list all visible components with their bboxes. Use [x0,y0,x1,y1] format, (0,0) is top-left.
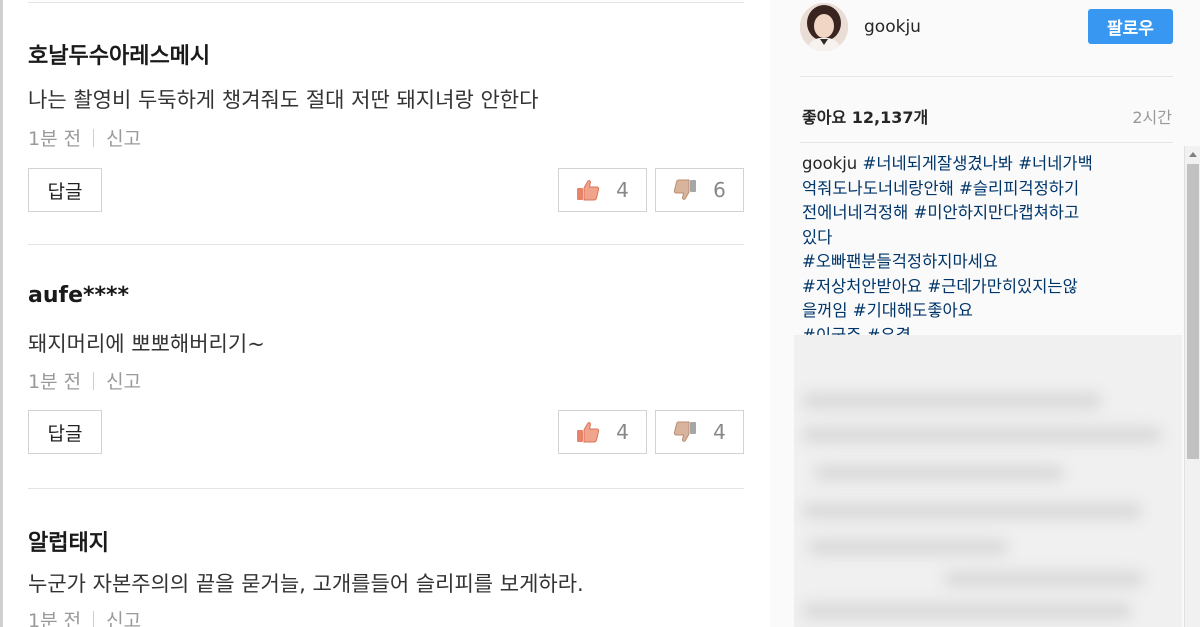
blurred-text [802,503,1142,519]
instagram-post-panel: gookju 팔로우 좋아요 12,137개 2시간 gookju #너네되게잘… [770,0,1200,627]
blurred-text [802,427,1162,443]
comment-meta: 1분 전 신고 [28,124,141,151]
like-count: 4 [616,178,629,202]
caption-line[interactable]: 억줘도나도너네랑안해 #슬리피걱정하기 [802,177,1162,202]
caption-username[interactable]: gookju [802,154,857,173]
header-divider [800,76,1173,77]
blurred-comments [794,335,1182,627]
blurred-text [944,571,1144,587]
comment-meta: 1분 전 신고 [28,606,141,627]
like-count: 4 [616,420,629,444]
comment-text: 돼지머리에 뽀뽀해버리기~ [28,332,265,356]
blurred-text [808,539,1008,555]
panel-left-border [0,0,3,627]
comment-time: 1분 전 [28,371,82,393]
comment-time: 1분 전 [28,128,82,150]
comment-author[interactable]: 호날두수아레스메시 [28,38,210,70]
comment-author[interactable]: 알럽태지 [28,525,109,557]
caption-line[interactable]: 전에너네걱정해 #미안하지만다캡쳐하고 [802,201,1162,226]
blurred-text [814,465,1064,481]
comment-time: 1분 전 [28,610,82,627]
avatar[interactable] [800,3,848,51]
caption-line: gookju #너네되게잘생겼나봐 #너네가백 [802,152,1162,177]
report-link[interactable]: 신고 [106,606,141,627]
scroll-thumb[interactable] [1187,164,1199,459]
like-button[interactable]: 4 [558,168,647,212]
reply-button[interactable]: 답글 [28,410,102,454]
dislike-button[interactable]: 4 [655,410,744,454]
blurred-text [802,603,1132,619]
reply-button[interactable]: 답글 [28,168,102,212]
comment-author[interactable]: aufe**** [28,283,129,308]
caption-line[interactable]: #오빠팬분들걱정하지마세요 [802,250,1162,275]
comment-divider [28,488,744,489]
follow-button[interactable]: 팔로우 [1088,9,1173,44]
post-username[interactable]: gookju [864,17,921,37]
comment-divider [28,2,744,3]
report-link[interactable]: 신고 [106,124,141,151]
blurred-text [802,393,1102,409]
thumbs-up-icon [577,180,600,201]
meta-separator [93,371,95,390]
comment-text: 나는 촬영비 두둑하게 챙겨줘도 절대 저딴 돼지녀랑 안한다 [28,88,539,112]
thumbs-up-icon [577,422,600,443]
like-count-text[interactable]: 좋아요 12,137개 [802,104,928,128]
comment-meta: 1분 전 신고 [28,367,141,394]
post-time[interactable]: 2시간 [1132,104,1172,128]
caption-line: 있다 [802,227,833,247]
caption-text[interactable]: #너네되게잘생겼나봐 #너네가백 [863,154,1093,173]
meta-separator [93,128,95,147]
meta-separator [93,610,95,627]
scrollbar[interactable] [1184,146,1200,627]
like-button[interactable]: 4 [558,410,647,454]
caption-line[interactable]: 을꺼임 #기대해도좋아요 [802,299,1162,324]
dislike-count: 4 [713,420,726,444]
meta-divider [800,142,1173,143]
thumbs-down-icon [674,421,697,442]
profile-photo-icon [800,3,848,51]
comment-text: 누군가 자본주의의 끝을 묻거늘, 고개를들어 슬리피를 보게하라. [28,572,584,596]
scroll-up-arrow-icon[interactable] [1185,146,1200,162]
post-caption: gookju #너네되게잘생겼나봐 #너네가백 억줘도나도너네랑안해 #슬리피걱… [802,152,1162,348]
caption-line[interactable]: #저상처안받아요 #근데가만히있지는않 [802,275,1162,300]
comments-panel: 호날두수아레스메시 나는 촬영비 두둑하게 챙겨줘도 절대 저딴 돼지녀랑 안한… [0,0,770,627]
report-link[interactable]: 신고 [106,367,141,394]
comment-divider [28,244,744,245]
dislike-button[interactable]: 6 [655,168,744,212]
thumbs-down-icon [674,179,697,200]
dislike-count: 6 [713,178,726,202]
